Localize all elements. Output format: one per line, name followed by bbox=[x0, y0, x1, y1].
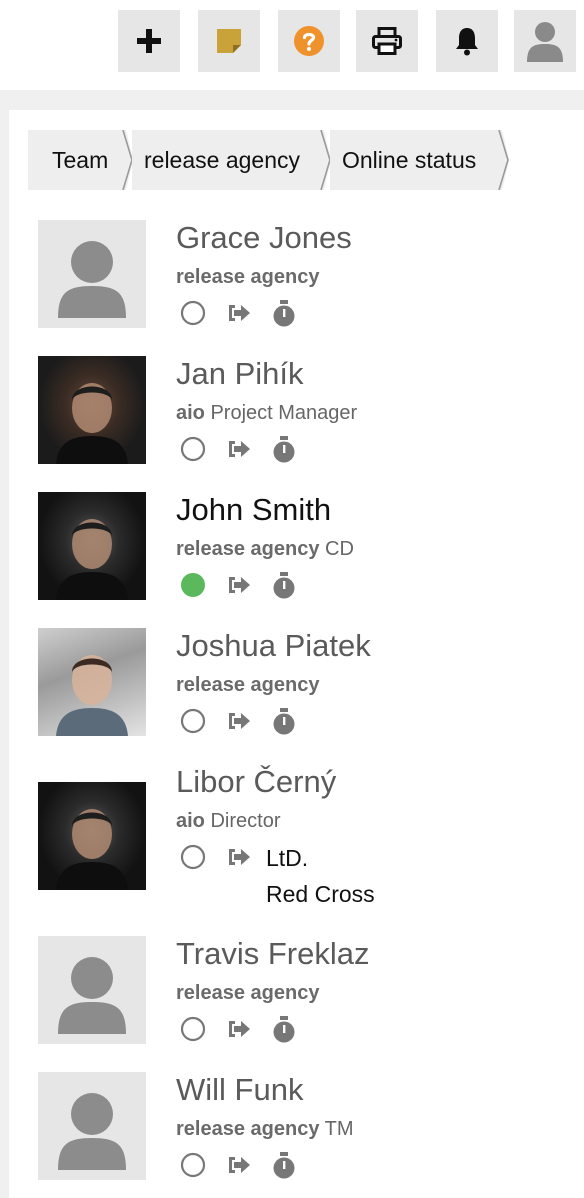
person-affiliation: aio Project Manager bbox=[176, 402, 357, 425]
person-name[interactable]: John Smith bbox=[176, 492, 331, 528]
person-name[interactable]: Grace Jones bbox=[176, 220, 352, 256]
online-status-icon bbox=[181, 573, 205, 597]
person-affiliation: release agency bbox=[176, 266, 319, 289]
company-name: release agency bbox=[176, 674, 320, 696]
person-affiliation: release agency bbox=[176, 982, 319, 1005]
role-title: CD bbox=[319, 538, 354, 560]
sign-out-icon[interactable] bbox=[226, 436, 252, 462]
stopwatch-icon[interactable] bbox=[272, 1152, 296, 1180]
avatar[interactable] bbox=[38, 220, 146, 328]
profile-button[interactable] bbox=[514, 10, 576, 72]
offline-status-icon bbox=[180, 436, 206, 462]
company-name: release agency bbox=[176, 538, 320, 560]
sign-out-icon[interactable] bbox=[226, 300, 252, 326]
profile-photo bbox=[56, 809, 128, 890]
help-button[interactable] bbox=[278, 10, 340, 72]
user-placeholder-icon bbox=[58, 241, 126, 318]
person-affiliation: aio Director bbox=[176, 810, 280, 833]
person-affiliation: release agency CD bbox=[176, 538, 354, 561]
offline-status-icon bbox=[180, 1016, 206, 1042]
avatar[interactable] bbox=[38, 356, 146, 464]
company-name: release agency bbox=[176, 1118, 320, 1140]
notes-button[interactable] bbox=[198, 10, 260, 72]
notifications-button[interactable] bbox=[436, 10, 498, 72]
printer-icon bbox=[372, 27, 402, 55]
profile-photo bbox=[56, 519, 128, 600]
stopwatch-icon[interactable] bbox=[272, 300, 296, 328]
help-icon bbox=[294, 26, 324, 56]
role-title: Director bbox=[204, 810, 281, 832]
stopwatch-icon[interactable] bbox=[272, 572, 296, 600]
role-title: TM bbox=[319, 1118, 354, 1140]
stopwatch-icon[interactable] bbox=[272, 1016, 296, 1044]
add-button[interactable] bbox=[118, 10, 180, 72]
stopwatch-icon[interactable] bbox=[272, 436, 296, 464]
person-name[interactable]: Travis Freklaz bbox=[176, 936, 369, 972]
person-affiliation: release agency TM bbox=[176, 1118, 354, 1141]
role-title: Project Manager bbox=[204, 402, 358, 424]
offline-status-icon bbox=[180, 844, 206, 870]
avatar[interactable] bbox=[38, 936, 146, 1044]
offline-status-icon bbox=[180, 300, 206, 326]
stopwatch-icon[interactable] bbox=[272, 708, 296, 736]
bell-icon bbox=[456, 28, 478, 56]
company-name: release agency bbox=[176, 982, 320, 1004]
sign-out-icon[interactable] bbox=[226, 844, 252, 870]
company-name: aio bbox=[176, 402, 205, 424]
profile-photo bbox=[56, 383, 128, 464]
sign-out-icon[interactable] bbox=[226, 572, 252, 598]
company-name: aio bbox=[176, 810, 205, 832]
profile-photo bbox=[56, 655, 128, 736]
chevron-right-icon bbox=[496, 130, 509, 190]
offline-status-icon bbox=[180, 1152, 206, 1178]
sign-out-icon[interactable] bbox=[226, 1016, 252, 1042]
breadcrumb-label: release agency bbox=[144, 147, 300, 173]
breadcrumb-label: Team bbox=[52, 147, 109, 173]
plus-icon bbox=[137, 29, 161, 53]
project-line: Red Cross bbox=[266, 881, 375, 907]
person-name[interactable]: Jan Pihík bbox=[176, 356, 304, 392]
person-name[interactable]: Joshua Piatek bbox=[176, 628, 371, 664]
offline-status-icon bbox=[180, 708, 206, 734]
sticky-note-icon bbox=[217, 29, 241, 53]
avatar[interactable] bbox=[38, 628, 146, 736]
breadcrumb-label: Online status bbox=[342, 147, 477, 173]
sign-out-icon[interactable] bbox=[226, 708, 252, 734]
print-button[interactable] bbox=[356, 10, 418, 72]
sign-out-icon[interactable] bbox=[226, 1152, 252, 1178]
user-placeholder-icon bbox=[58, 1093, 126, 1170]
person-affiliation: release agency bbox=[176, 674, 319, 697]
company-name: release agency bbox=[176, 266, 320, 288]
project-line: LtD. bbox=[266, 845, 309, 871]
top-toolbar bbox=[0, 0, 584, 90]
avatar[interactable] bbox=[38, 1072, 146, 1180]
person-name[interactable]: Will Funk bbox=[176, 1072, 303, 1108]
person-name[interactable]: Libor Černý bbox=[176, 764, 336, 800]
user-placeholder-icon bbox=[58, 957, 126, 1034]
active-project[interactable]: LtD. Red Cross bbox=[266, 840, 375, 912]
avatar[interactable] bbox=[38, 782, 146, 890]
avatar[interactable] bbox=[38, 492, 146, 600]
user-avatar-icon bbox=[527, 22, 563, 62]
